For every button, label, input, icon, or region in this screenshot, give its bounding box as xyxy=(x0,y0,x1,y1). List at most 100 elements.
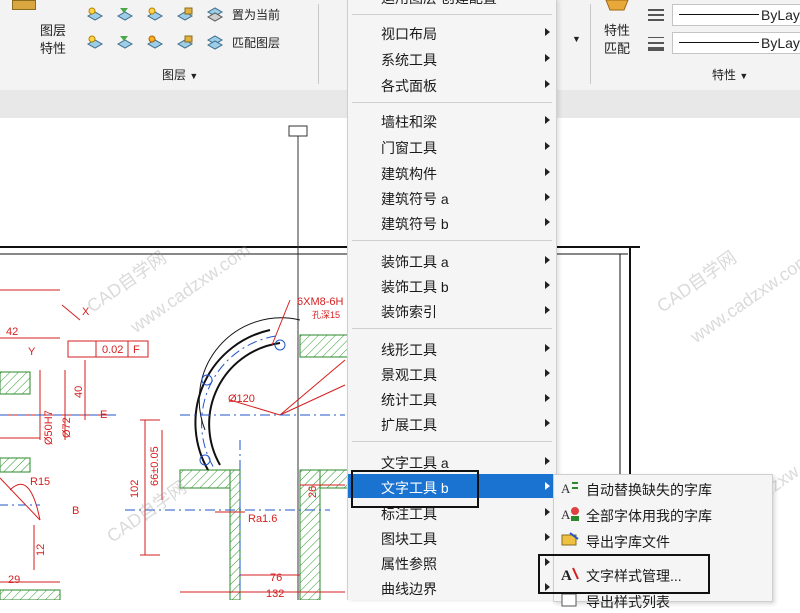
highlight-annotation-box xyxy=(351,470,479,508)
dim-102: 102 xyxy=(129,480,141,498)
menu-item-building-symbols-a[interactable]: 建筑符号 a xyxy=(348,185,556,209)
tools-menu: 运用图层 创建配置 视口布局 系统工具 各式面板 墙柱和梁 门窗工具 建筑构件 … xyxy=(347,0,557,600)
menu-item-block-tools[interactable]: 图块工具 xyxy=(348,525,556,549)
layer-unisolate-icon[interactable] xyxy=(116,34,134,50)
font-replace-icon: A xyxy=(561,481,578,496)
menu-item-label: 图块工具 xyxy=(381,531,437,547)
menu-item-panels[interactable]: 各式面板 xyxy=(348,72,556,96)
submenu-arrow-icon xyxy=(545,80,550,88)
menu-item-attribute-reference[interactable]: 属性参照 xyxy=(348,550,556,574)
menu-item-label: 系统工具 xyxy=(381,52,437,68)
dim-40: 40 xyxy=(73,386,85,398)
match-properties-label-1: 特性 xyxy=(604,23,631,38)
menu-item-label: 视口布局 xyxy=(381,26,437,42)
linetype-dropdown[interactable]: ByLay xyxy=(672,4,800,26)
layers-panel-title[interactable]: 图层 ▼ xyxy=(162,66,198,83)
menu-item-label: 装饰索引 xyxy=(381,304,437,320)
menu-separator xyxy=(352,14,552,15)
match-properties-icon xyxy=(605,0,629,11)
menu-item-building-components[interactable]: 建筑构件 xyxy=(348,160,556,184)
submenu-item-export-font-file[interactable]: 导出字库文件 xyxy=(554,527,772,553)
menu-item-building-symbols-b[interactable]: 建筑符号 b xyxy=(348,210,556,234)
dim-b: B xyxy=(72,505,79,517)
menu-item-system-tools[interactable]: 系统工具 xyxy=(348,46,556,70)
menu-item-linetype-tools[interactable]: 线形工具 xyxy=(348,336,556,360)
menu-item-door-window-tools[interactable]: 门窗工具 xyxy=(348,134,556,158)
menu-item-label: 建筑构件 xyxy=(381,166,437,182)
submenu-arrow-icon xyxy=(545,54,550,62)
ribbon-separator-2 xyxy=(590,4,591,84)
layer-freeze-icon[interactable] xyxy=(146,6,164,22)
submenu-item-label: 导出字库文件 xyxy=(586,534,670,550)
lineweight-dropdown[interactable]: ByLay xyxy=(672,32,800,54)
submenu-item-label: 全部字体用我的字库 xyxy=(586,508,712,524)
menu-item-viewport-layout[interactable]: 视口布局 xyxy=(348,20,556,44)
match-layer-label[interactable]: 匹配图层 xyxy=(232,34,280,51)
properties-panel-label: 特性 xyxy=(712,68,737,82)
layer-thaw-icon[interactable] xyxy=(146,34,164,50)
dim-f: F xyxy=(133,344,140,356)
menu-item-landscape-tools[interactable]: 景观工具 xyxy=(348,361,556,385)
lineweight-icon[interactable] xyxy=(646,34,666,54)
dim-e: E xyxy=(100,409,107,421)
submenu-arrow-icon xyxy=(545,533,550,541)
set-current-icon[interactable] xyxy=(206,6,224,22)
lineweight-value: ByLay xyxy=(761,35,800,51)
match-properties-label-2: 匹配 xyxy=(604,41,631,56)
layer-properties-icon xyxy=(12,0,36,10)
svg-text:A: A xyxy=(561,481,571,496)
menu-item-label: 装饰工具 b xyxy=(381,279,449,295)
menu-item-decoration-tools-b[interactable]: 装饰工具 b xyxy=(348,273,556,297)
submenu-item-use-my-fonts-for-all[interactable]: A 全部字体用我的字库 xyxy=(554,501,772,527)
layer-properties-button[interactable]: 图层 特性 xyxy=(2,0,82,62)
match-properties-button[interactable]: 特性 匹配 xyxy=(596,0,640,62)
linetype-value: ByLay xyxy=(761,7,800,23)
dim-12: 12 xyxy=(35,544,47,556)
submenu-arrow-icon xyxy=(545,508,550,516)
menu-item-label: 属性参照 xyxy=(381,556,437,572)
properties-panel-title[interactable]: 特性 ▼ xyxy=(712,66,748,83)
menu-item-decoration-index[interactable]: 装饰索引 xyxy=(348,298,556,322)
dim-phi50h7: Ø50H7 xyxy=(43,410,55,445)
menu-item-top-partial-label: 运用图层 创建配置 xyxy=(381,0,497,8)
dim-ra16: Ra1.6 xyxy=(248,513,277,525)
layer-on-off-icon[interactable] xyxy=(86,6,104,22)
menu-separator xyxy=(352,240,552,241)
svg-text:A: A xyxy=(561,507,571,522)
menu-item-curve-boundary[interactable]: 曲线边界 xyxy=(348,575,556,599)
menu-item-walls-columns[interactable]: 墙柱和梁 xyxy=(348,108,556,132)
menu-item-label: 墙柱和梁 xyxy=(381,114,437,130)
font-apply-all-icon: A xyxy=(561,507,579,522)
submenu-arrow-icon xyxy=(545,344,550,352)
dim-66: 66±0.05 xyxy=(149,446,161,486)
layer-off-icon[interactable] xyxy=(86,34,104,50)
dim-phi72: Ø72 xyxy=(61,417,73,438)
list-icon[interactable] xyxy=(646,6,666,26)
layer-properties-label-1: 图层 xyxy=(40,23,67,38)
menu-item-statistics-tools[interactable]: 统计工具 xyxy=(348,386,556,410)
layer-isolate-icon[interactable] xyxy=(116,6,134,22)
set-current-label[interactable]: 置为当前 xyxy=(232,6,280,23)
match-layer-icon[interactable] xyxy=(206,34,224,50)
submenu-arrow-icon xyxy=(545,457,550,465)
layers-panel-label: 图层 xyxy=(162,68,187,82)
menu-item-extension-tools[interactable]: 扩展工具 xyxy=(348,411,556,435)
menu-item-label: 景观工具 xyxy=(381,367,437,383)
dim-hole-depth: 孔深15 xyxy=(312,310,340,320)
layer-lock-icon[interactable] xyxy=(176,6,194,22)
lineweight-preview-line xyxy=(679,42,759,43)
panel-dropdown-icon[interactable]: ▼ xyxy=(572,34,581,44)
submenu-item-auto-replace-missing-fonts[interactable]: A 自动替换缺失的字库 xyxy=(554,475,772,501)
submenu-highlight-annotation-box xyxy=(538,554,710,594)
menu-item-label: 扩展工具 xyxy=(381,417,437,433)
layer-unlock-icon[interactable] xyxy=(176,34,194,50)
menu-item-decoration-tools-a[interactable]: 装饰工具 a xyxy=(348,248,556,272)
dim-76: 76 xyxy=(270,572,282,584)
menu-item-label: 门窗工具 xyxy=(381,140,437,156)
ribbon-separator xyxy=(318,4,319,84)
dim-26: 26 xyxy=(307,486,319,498)
submenu-arrow-icon xyxy=(545,306,550,314)
dim-42: 42 xyxy=(6,326,18,338)
menu-item-top-partial[interactable]: 运用图层 创建配置 xyxy=(348,0,556,8)
menu-item-label: 曲线边界 xyxy=(381,581,437,597)
